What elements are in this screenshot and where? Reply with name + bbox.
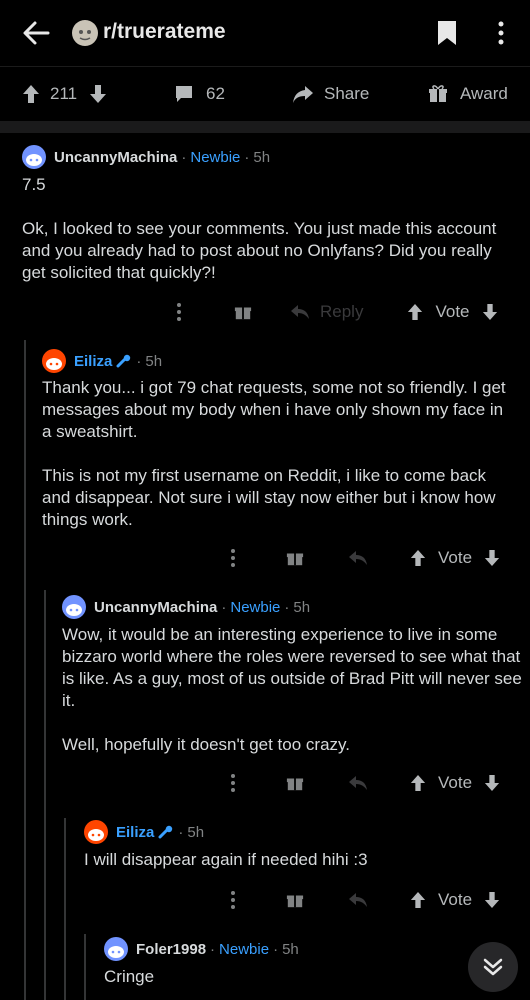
bookmark-icon[interactable]: [436, 20, 458, 46]
share-icon: [293, 86, 313, 103]
more-options-icon[interactable]: [228, 889, 238, 911]
award-label: Award: [460, 84, 508, 103]
award-gift-icon[interactable]: [286, 774, 304, 792]
user-flair: Newbie: [219, 940, 270, 958]
downvote-icon[interactable]: [484, 891, 500, 909]
username[interactable]: Eiliza: [116, 824, 154, 841]
comment-time: 5h: [187, 823, 205, 841]
more-options-icon[interactable]: [228, 547, 238, 569]
comment-time: 5h: [293, 598, 311, 616]
upvote-icon[interactable]: [407, 303, 423, 321]
more-options-icon[interactable]: [494, 18, 508, 48]
comment-actions: Vote: [228, 769, 500, 797]
reply-icon[interactable]: [290, 303, 310, 321]
comment-actions: Vote: [228, 886, 500, 914]
username[interactable]: Eiliza: [74, 353, 112, 370]
user-avatar[interactable]: [22, 145, 46, 169]
username[interactable]: UncannyMachina: [94, 599, 217, 616]
comment-actions: Reply Vote: [174, 298, 498, 326]
award-gift-icon: [429, 85, 447, 102]
comments-button[interactable]: 62: [174, 67, 225, 121]
comment-time: 5h: [253, 148, 271, 166]
back-arrow-icon[interactable]: [22, 19, 50, 47]
reply-icon[interactable]: [348, 549, 368, 567]
award-gift-icon[interactable]: [286, 891, 304, 909]
comment-body: I will disappear again if needed hihi :3: [84, 850, 368, 869]
more-options-icon[interactable]: [228, 772, 238, 794]
user-avatar[interactable]: [42, 349, 66, 373]
user-avatar[interactable]: [104, 937, 128, 961]
top-bar: r/truerateme: [0, 0, 530, 66]
scroll-next-button[interactable]: [468, 942, 518, 992]
user-flair: Newbie: [190, 148, 241, 166]
upvote-icon[interactable]: [410, 549, 426, 567]
thread-line[interactable]: [44, 590, 46, 1000]
share-button[interactable]: Share: [292, 67, 369, 121]
post-action-bar: 211 62 Share Award: [0, 67, 530, 121]
thread-line[interactable]: [64, 818, 66, 1000]
comment-header: UncannyMachina · Newbie · 5h: [62, 595, 310, 619]
share-label: Share: [324, 84, 370, 103]
subreddit-name[interactable]: r/truerateme: [103, 20, 226, 44]
comment-header: UncannyMachina · Newbie · 5h: [22, 145, 270, 169]
thread-line[interactable]: [24, 340, 26, 1000]
downvote-icon[interactable]: [482, 303, 498, 321]
comment-count: 62: [206, 84, 225, 103]
comment-body: Cringe: [104, 967, 155, 986]
comment-header: Foler1998 · Newbie · 5h: [104, 937, 299, 961]
vote-control: 211: [22, 67, 107, 121]
vote-label: Vote: [438, 890, 473, 909]
separator-dot: ·: [136, 352, 142, 370]
separator-dot: ·: [244, 148, 250, 166]
comment-header: Eiliza · 5h: [84, 820, 204, 844]
username[interactable]: UncannyMachina: [54, 149, 177, 166]
upvote-count: 211: [50, 84, 78, 103]
comment-body: 7.5 Ok, I looked to see your comments. Y…: [22, 175, 497, 282]
award-button[interactable]: Award: [428, 67, 508, 121]
comment-body: Thank you... i got 79 chat requests, som…: [42, 378, 506, 529]
reply-label[interactable]: Reply: [320, 302, 363, 322]
vote-label: Vote: [438, 548, 473, 567]
separator-dot: ·: [178, 823, 184, 841]
comment-time: 5h: [282, 940, 299, 958]
comment-time: 5h: [145, 352, 163, 370]
mic-icon: [116, 354, 131, 368]
downvote-icon[interactable]: [89, 84, 107, 104]
separator-dot: ·: [210, 940, 216, 958]
user-avatar[interactable]: [62, 595, 86, 619]
upvote-icon[interactable]: [22, 84, 40, 104]
thread-line[interactable]: [84, 934, 86, 1000]
upvote-icon[interactable]: [410, 774, 426, 792]
reply-icon[interactable]: [348, 774, 368, 792]
separator-dot: ·: [221, 598, 227, 616]
double-chevron-down-icon: [483, 958, 503, 976]
user-flair: Newbie: [230, 598, 281, 616]
separator-dot: ·: [284, 598, 290, 616]
comment-header: Eiliza · 5h: [42, 349, 162, 373]
award-gift-icon[interactable]: [234, 303, 252, 321]
mic-icon: [158, 825, 173, 839]
downvote-icon[interactable]: [484, 774, 500, 792]
comment-actions: Vote: [228, 544, 500, 572]
downvote-icon[interactable]: [484, 549, 500, 567]
reply-icon[interactable]: [348, 891, 368, 909]
upvote-icon[interactable]: [410, 891, 426, 909]
subreddit-avatar[interactable]: [72, 20, 98, 46]
section-separator: [0, 121, 530, 133]
comment-body: Wow, it would be an interesting experien…: [62, 625, 522, 754]
more-options-icon[interactable]: [174, 301, 184, 323]
user-avatar[interactable]: [84, 820, 108, 844]
username[interactable]: Foler1998: [136, 941, 206, 958]
vote-label: Vote: [438, 773, 473, 792]
award-gift-icon[interactable]: [286, 549, 304, 567]
separator-dot: ·: [181, 148, 187, 166]
separator-dot: ·: [273, 940, 279, 958]
comment-icon: [176, 86, 192, 102]
vote-label: Vote: [435, 302, 470, 321]
